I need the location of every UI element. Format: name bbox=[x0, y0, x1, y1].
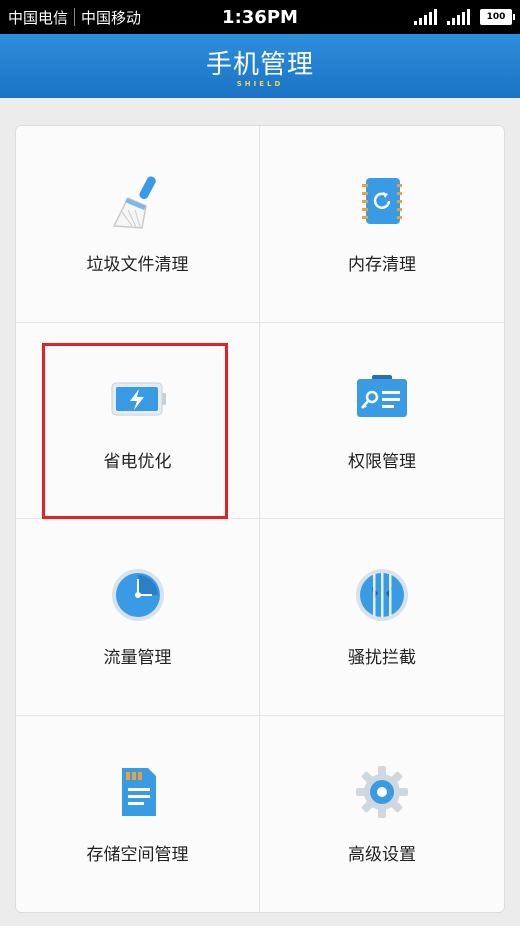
grid-item-storage-management[interactable]: 存储空间管理 bbox=[16, 715, 260, 912]
carrier-divider bbox=[74, 8, 76, 26]
page-title: 手机管理 bbox=[205, 50, 314, 80]
grid-item-data-management[interactable]: 流量管理 bbox=[16, 519, 260, 716]
sd-card-icon bbox=[108, 762, 168, 822]
grid-item-label: 高级设置 bbox=[348, 845, 416, 866]
notebook-refresh-icon bbox=[352, 172, 412, 232]
gear-icon bbox=[352, 762, 412, 822]
grid-item-power-saving[interactable]: 省电优化 bbox=[16, 322, 260, 519]
shield-face-icon bbox=[352, 565, 412, 625]
battery-bolt-icon bbox=[108, 369, 168, 429]
grid-item-label: 权限管理 bbox=[348, 451, 416, 472]
grid-item-label: 骚扰拦截 bbox=[348, 648, 416, 669]
battery-level: 100 bbox=[486, 12, 506, 22]
signal-1-icon bbox=[414, 9, 437, 25]
grid-item-label: 内存清理 bbox=[348, 255, 416, 276]
grid-item-harassment-blocking[interactable]: 骚扰拦截 bbox=[260, 519, 504, 716]
carrier-2: 中国移动 bbox=[81, 8, 142, 27]
grid-item-label: 存储空间管理 bbox=[86, 845, 189, 866]
grid-item-advanced-settings[interactable]: 高级设置 bbox=[260, 716, 504, 913]
grid-item-memory-cleanup[interactable]: 内存清理 bbox=[260, 126, 504, 323]
carrier-info: 中国电信 中国移动 bbox=[8, 7, 141, 28]
carrier-1: 中国电信 bbox=[8, 8, 69, 27]
grid-item-label: 垃圾文件清理 bbox=[86, 255, 189, 276]
status-bar: 中国电信 中国移动 1:36PM 100 bbox=[0, 0, 520, 34]
page-subtitle: SHIELD bbox=[236, 80, 284, 88]
grid-item-label: 省电优化 bbox=[103, 451, 172, 472]
feature-grid: 垃圾文件清理 内存清理 省电优化 权限管理 流量管理 骚扰拦截 存储空间管理 高… bbox=[15, 125, 505, 913]
battery-icon: 100 bbox=[480, 9, 515, 25]
key-card-icon bbox=[352, 369, 412, 429]
grid-item-label: 流量管理 bbox=[103, 648, 172, 669]
grid-item-junk-cleanup[interactable]: 垃圾文件清理 bbox=[16, 126, 260, 323]
clock-dial-icon bbox=[108, 565, 168, 625]
grid-item-permission-management[interactable]: 权限管理 bbox=[260, 323, 504, 519]
broom-icon bbox=[108, 172, 168, 232]
title-bar: 手机管理 SHIELD bbox=[0, 34, 520, 98]
signal-2-icon bbox=[447, 9, 470, 25]
